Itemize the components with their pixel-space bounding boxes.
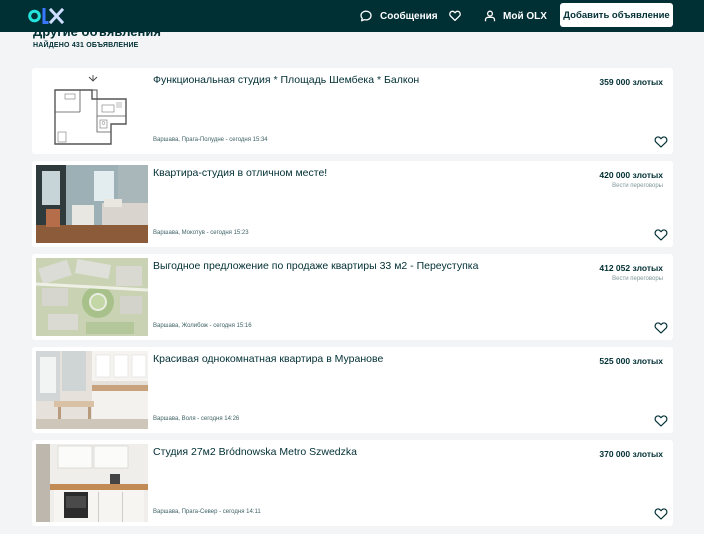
heart-icon[interactable] — [654, 135, 668, 149]
listing-price: 420 000 злотых — [599, 170, 663, 180]
listing-price: 370 000 злотых — [599, 449, 663, 459]
listing-card[interactable]: Квартира-студия в отличном месте! 420 00… — [32, 161, 673, 247]
heart-icon[interactable] — [654, 321, 668, 335]
listing-location: Варшава, Прага-Полудне - сегодня 15:34 — [153, 137, 268, 143]
listing-card[interactable]: Выгодное предложение по продаже квартиры… — [32, 254, 673, 340]
favorites-link[interactable] — [449, 0, 461, 32]
listing-title[interactable]: Квартира-студия в отличном месте! — [153, 167, 327, 179]
chat-icon — [360, 10, 372, 22]
listing-title[interactable]: Функциональная студия * Площадь Шембека … — [153, 74, 419, 86]
listing-thumbnail[interactable] — [36, 258, 148, 336]
heart-icon[interactable] — [654, 507, 668, 521]
listing-thumbnail[interactable] — [36, 72, 148, 150]
listing-price: 525 000 злотых — [599, 356, 663, 366]
listing-thumbnail[interactable] — [36, 444, 148, 522]
account-link[interactable]: Мой OLX — [484, 0, 547, 32]
listing-price: 359 000 злотых — [599, 77, 663, 87]
listing-title[interactable]: Красивая однокомнатная квартира в Мурано… — [153, 353, 383, 365]
heart-icon[interactable] — [654, 228, 668, 242]
negotiable-label: Вести переговоры — [612, 276, 663, 282]
listing-title[interactable]: Выгодное предложение по продаже квартиры… — [153, 260, 478, 272]
listing-location: Варшава, Мокотув - сегодня 15:23 — [153, 230, 249, 236]
listing-location: Варшава, Воля - сегодня 14:26 — [153, 416, 240, 422]
listing-card[interactable]: Красивая однокомнатная квартира в Мурано… — [32, 347, 673, 433]
heart-icon[interactable] — [654, 414, 668, 428]
messages-label: Сообщения — [380, 10, 438, 22]
listing-location: Варшава, Жолибож - сегодня 15:16 — [153, 323, 252, 329]
listing-card[interactable]: Студия 27м2 Bródnowska Metro Szwedzka 37… — [32, 440, 673, 526]
user-icon — [484, 10, 496, 22]
listing-thumbnail[interactable] — [36, 165, 148, 243]
listing-title[interactable]: Студия 27м2 Bródnowska Metro Szwedzka — [153, 446, 357, 458]
listing-card[interactable]: Функциональная студия * Площадь Шембека … — [32, 68, 673, 154]
negotiable-label: Вести переговоры — [612, 183, 663, 189]
post-ad-button[interactable]: Добавить объявление — [560, 3, 673, 27]
heart-icon — [449, 10, 461, 22]
listing-price: 412 052 злотых — [599, 263, 663, 273]
listing-location: Варшава, Прага-Север - сегодня 14:11 — [153, 509, 261, 515]
results-count: НАЙДЕНО 431 ОБЪЯВЛЕНИЕ — [33, 42, 139, 49]
olx-logo[interactable] — [28, 5, 68, 27]
top-bar: Сообщения Мой OLX Добавить объявление — [0, 0, 704, 32]
messages-link[interactable]: Сообщения — [360, 0, 438, 32]
account-label: Мой OLX — [503, 10, 547, 22]
listing-thumbnail[interactable] — [36, 351, 148, 429]
